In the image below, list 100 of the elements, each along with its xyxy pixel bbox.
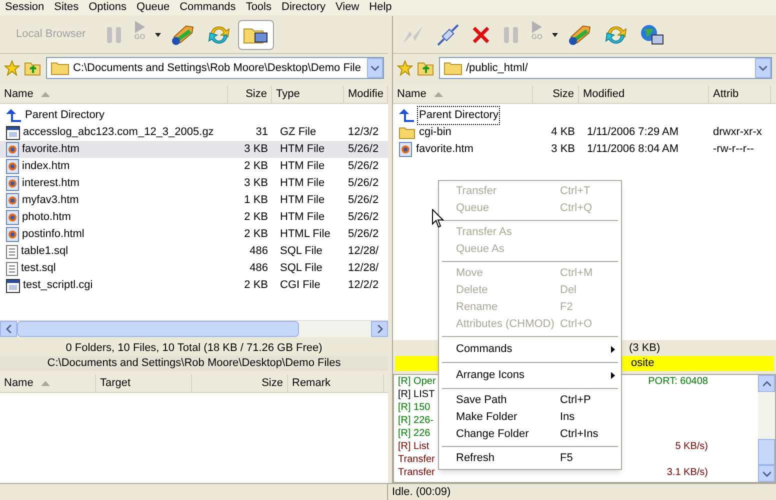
- file-name[interactable]: cgi-bin: [417, 123, 454, 142]
- scroll-right-button[interactable]: [371, 321, 388, 337]
- file-size: 3 KB: [551, 143, 575, 156]
- file-date: 1/11/2006 8:04 AM: [587, 143, 679, 156]
- menu-item[interactable]: Directory: [276, 0, 331, 16]
- caret-icon: [154, 32, 161, 36]
- up-arrow-icon: [6, 108, 22, 122]
- menu-item[interactable]: Change Folder Ctrl+Ins: [439, 426, 621, 443]
- file-size: 2 KB: [244, 211, 268, 224]
- file-name: photo.htm: [22, 210, 71, 226]
- column-header[interactable]: Remark: [288, 375, 384, 392]
- folder-summary: (3 KB): [629, 340, 660, 356]
- column-header[interactable]: Type: [272, 86, 344, 103]
- menu-item[interactable]: Queue: [132, 0, 175, 16]
- menu-item[interactable]: Help: [364, 0, 397, 16]
- web-page-icon: [6, 193, 19, 208]
- file-type: HTM File: [280, 160, 325, 172]
- file-date: 12/28/: [348, 262, 379, 274]
- folder-icon: [399, 126, 415, 139]
- folder-up-icon[interactable]: [24, 60, 42, 76]
- file-row[interactable]: photo.htm 2 KB HTM File 5/26/2: [0, 209, 388, 226]
- menu-item[interactable]: Make Folder Ins: [439, 409, 621, 426]
- path-combobox[interactable]: /public_html/: [439, 57, 772, 79]
- vertical-scrollbar[interactable]: [758, 375, 775, 482]
- file-type: HTM File: [280, 143, 325, 156]
- file-name: test.sql: [21, 261, 56, 276]
- file-type: SQL File: [280, 245, 322, 258]
- file-size: 3 KB: [244, 143, 268, 156]
- column-header[interactable]: Size: [228, 86, 272, 103]
- sort-ascending-icon: [434, 92, 444, 97]
- star-icon[interactable]: [4, 60, 20, 76]
- file-name: table1.sql: [21, 244, 68, 260]
- column-header[interactable]: Name: [393, 86, 533, 103]
- up-arrow-icon: [399, 108, 415, 122]
- file-date: 5/26/2: [348, 194, 379, 206]
- menu-item[interactable]: Tools: [240, 0, 276, 16]
- log-line: 3.1 KB/s): [666, 466, 708, 480]
- sync-icon: [170, 22, 196, 46]
- menu-item[interactable]: View: [330, 0, 364, 16]
- column-header[interactable]: Modified: [579, 86, 709, 103]
- file-date: 5/26/2: [348, 228, 379, 240]
- file-date: 12/3/2: [348, 126, 379, 138]
- horizontal-scrollbar[interactable]: [0, 320, 388, 337]
- dropdown-button[interactable]: [755, 58, 771, 78]
- menu-item[interactable]: Commands: [174, 0, 241, 16]
- file-size: 486: [250, 245, 268, 258]
- file-name[interactable]: favorite.htm: [414, 140, 476, 159]
- program-file-icon: [6, 278, 20, 292]
- scroll-left-button[interactable]: [0, 321, 17, 337]
- menu-item[interactable]: Save Path Ctrl+P: [439, 392, 621, 409]
- scroll-thumb[interactable]: [17, 321, 299, 337]
- menu-item[interactable]: Refresh F5: [439, 450, 621, 467]
- file-type: CGI File: [280, 279, 320, 292]
- file-row[interactable]: test_scriptl.cgi 2 KB CGI File 12/2/2: [0, 277, 388, 294]
- file-row[interactable]: table1.sql 486 SQL File 12/28/: [0, 243, 388, 260]
- program-file-icon: [6, 126, 20, 140]
- file-row[interactable]: Parent Directory: [0, 107, 388, 124]
- menu-item[interactable]: Sites: [49, 0, 84, 16]
- scroll-thumb[interactable]: [758, 439, 775, 465]
- chevron-right-icon: [376, 325, 382, 333]
- web-page-icon: [399, 142, 412, 157]
- file-row[interactable]: postinfo.html 2 KB HTML File 5/26/2: [0, 226, 388, 243]
- file-type: HTM File: [280, 177, 325, 190]
- column-header[interactable]: Name: [0, 375, 96, 392]
- column-header[interactable]: Name: [0, 86, 228, 103]
- menu-item[interactable]: Session: [0, 0, 50, 16]
- sort-ascending-icon: [41, 381, 50, 386]
- file-name: interest.htm: [22, 176, 80, 192]
- log-line: [R] LIST: [398, 388, 435, 402]
- file-row[interactable]: myfav3.htm 1 KB HTM File 5/26/2: [0, 192, 388, 209]
- scroll-up-icon[interactable]: [762, 380, 770, 386]
- column-header[interactable]: Size: [533, 86, 579, 103]
- file-row[interactable]: test.sql 486 SQL File 12/28/: [0, 260, 388, 277]
- star-icon[interactable]: [397, 60, 413, 76]
- menu-item[interactable]: Options: [84, 0, 132, 16]
- column-header[interactable]: Modifie: [344, 86, 388, 103]
- file-name: postinfo.html: [22, 227, 84, 242]
- scroll-down-icon[interactable]: [762, 470, 770, 476]
- menu-item[interactable]: Commands: [439, 340, 621, 359]
- text-file-icon: [6, 261, 18, 276]
- dropdown-button[interactable]: [367, 58, 383, 78]
- file-row[interactable]: accesslog_abc123.com_12_3_2005.gz 31 GZ File 12/3/2: [0, 124, 388, 141]
- column-header[interactable]: Target: [96, 375, 192, 392]
- sort-ascending-icon: [41, 92, 50, 97]
- play-icon: [531, 20, 543, 34]
- column-header[interactable]: Size: [192, 375, 288, 392]
- file-name[interactable]: Parent Directory: [417, 106, 500, 125]
- folder-up-icon[interactable]: [417, 60, 435, 76]
- folder-computer-button[interactable]: [238, 20, 274, 50]
- web-page-icon: [6, 176, 19, 191]
- file-date: 5/26/2: [348, 177, 379, 190]
- log-line: [R] 150: [398, 401, 430, 415]
- file-size: 2 KB: [244, 160, 268, 172]
- file-date: 12/2/2: [348, 279, 379, 292]
- column-header[interactable]: Attrib: [709, 86, 771, 103]
- web-page-icon: [6, 210, 19, 225]
- file-row[interactable]: favorite.htm 3 KB HTM File 5/26/2: [0, 141, 388, 158]
- path-combobox[interactable]: C:\Documents and Settings\Rob Moore\Desktop\Demo File: [46, 57, 384, 79]
- file-row[interactable]: index.htm 2 KB HTM File 5/26/2: [0, 158, 388, 175]
- file-row[interactable]: interest.htm 3 KB HTM File 5/26/2: [0, 175, 388, 192]
